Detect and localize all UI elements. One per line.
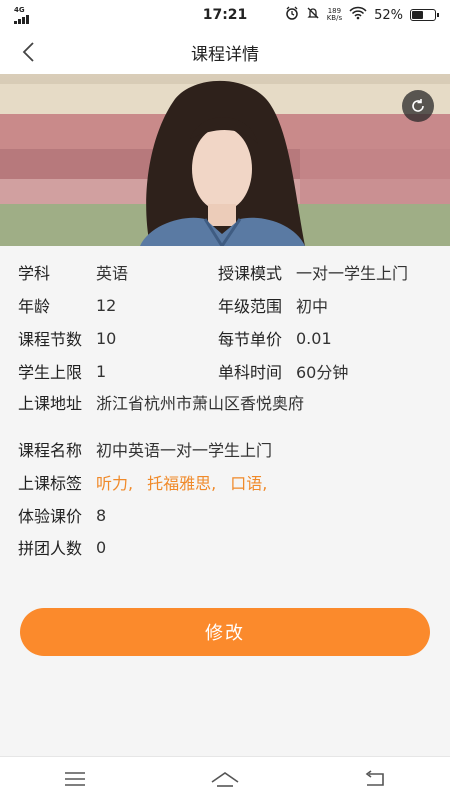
speed-unit: KB/s xyxy=(326,14,343,22)
trial-price-label: 体验课价 xyxy=(18,507,83,526)
group-label: 拼团人数 xyxy=(18,539,83,558)
subject-label: 学科 xyxy=(18,264,51,283)
duration-row: 单科时间 60分钟 xyxy=(218,361,349,382)
unit-price-label: 每节单价 xyxy=(218,330,283,349)
lessons-row: 课程节数 10 xyxy=(18,328,117,350)
tag-item: 托福雅思, xyxy=(147,474,217,493)
battery-icon xyxy=(410,9,439,21)
course-name-row: 课程名称 初中英语一对一学生上门 xyxy=(18,439,273,460)
grade-row: 年级范围 初中 xyxy=(218,295,329,316)
network-type: 4G xyxy=(14,5,25,14)
limit-value: 1 xyxy=(96,361,107,381)
battery-percent: 52% xyxy=(374,7,403,23)
duration-label: 单科时间 xyxy=(218,363,283,382)
mute-icon xyxy=(306,6,320,24)
unit-price-value: 0.01 xyxy=(296,328,332,348)
subject-row: 学科 英语 xyxy=(18,262,129,283)
grade-label: 年级范围 xyxy=(218,297,283,316)
system-back-button[interactable] xyxy=(355,764,395,794)
limit-label: 学生上限 xyxy=(18,363,83,382)
back-button[interactable] xyxy=(14,38,42,66)
group-row: 拼团人数 0 xyxy=(18,537,107,559)
course-name-label: 课程名称 xyxy=(18,441,83,460)
signal-indicator: 4G xyxy=(14,5,54,24)
alarm-icon xyxy=(285,6,299,24)
return-icon xyxy=(365,769,384,786)
address-value: 浙江省杭州市萧山区香悦奥府 xyxy=(96,394,305,413)
address-label: 上课地址 xyxy=(18,394,83,413)
refresh-image-button[interactable] xyxy=(402,90,434,122)
lessons-label: 课程节数 xyxy=(18,330,83,349)
subject-value: 英语 xyxy=(96,264,129,283)
page-title: 课程详情 xyxy=(191,44,259,65)
signal-icon xyxy=(14,14,29,24)
age-row: 年龄 12 xyxy=(18,295,117,317)
clock: 17:21 xyxy=(202,7,248,23)
menu-icon xyxy=(65,771,85,786)
status-bar: 4G 17:21 189 KB/s 52% xyxy=(0,0,450,30)
network-speed: 189 KB/s xyxy=(327,8,342,22)
battery-fill xyxy=(412,11,424,19)
age-value: 12 xyxy=(96,295,117,315)
home-icon xyxy=(211,771,239,787)
course-cover-image xyxy=(0,74,450,246)
age-label: 年龄 xyxy=(18,297,51,316)
trial-price-value: 8 xyxy=(96,505,107,525)
tags-row: 上课标签 听力, 托福雅思, 口语, xyxy=(18,472,268,493)
system-nav-bar xyxy=(0,756,450,800)
menu-button[interactable] xyxy=(55,764,95,794)
grade-value: 初中 xyxy=(296,297,329,316)
home-button[interactable] xyxy=(205,764,245,794)
tag-item: 口语, xyxy=(230,474,268,493)
address-row: 上课地址 浙江省杭州市萧山区香悦奥府 xyxy=(18,392,305,413)
mode-value: 一对一学生上门 xyxy=(296,264,409,283)
mode-row: 授课模式 一对一学生上门 xyxy=(218,262,409,283)
unit-price-row: 每节单价 0.01 xyxy=(218,328,332,350)
tag-item: 听力, xyxy=(96,474,134,493)
chevron-left-icon xyxy=(22,42,34,62)
duration-value: 60分钟 xyxy=(296,363,349,382)
wifi-icon xyxy=(349,6,367,24)
limit-row: 学生上限 1 xyxy=(18,361,107,383)
nav-bar: 课程详情 xyxy=(0,30,450,74)
tags-label: 上课标签 xyxy=(18,474,83,493)
edit-button[interactable]: 修改 xyxy=(20,608,430,656)
trial-price-row: 体验课价 8 xyxy=(18,505,107,527)
group-value: 0 xyxy=(96,537,107,557)
lessons-value: 10 xyxy=(96,328,117,348)
course-name-value: 初中英语一对一学生上门 xyxy=(96,441,273,460)
refresh-icon xyxy=(412,99,424,112)
mode-label: 授课模式 xyxy=(218,264,283,283)
